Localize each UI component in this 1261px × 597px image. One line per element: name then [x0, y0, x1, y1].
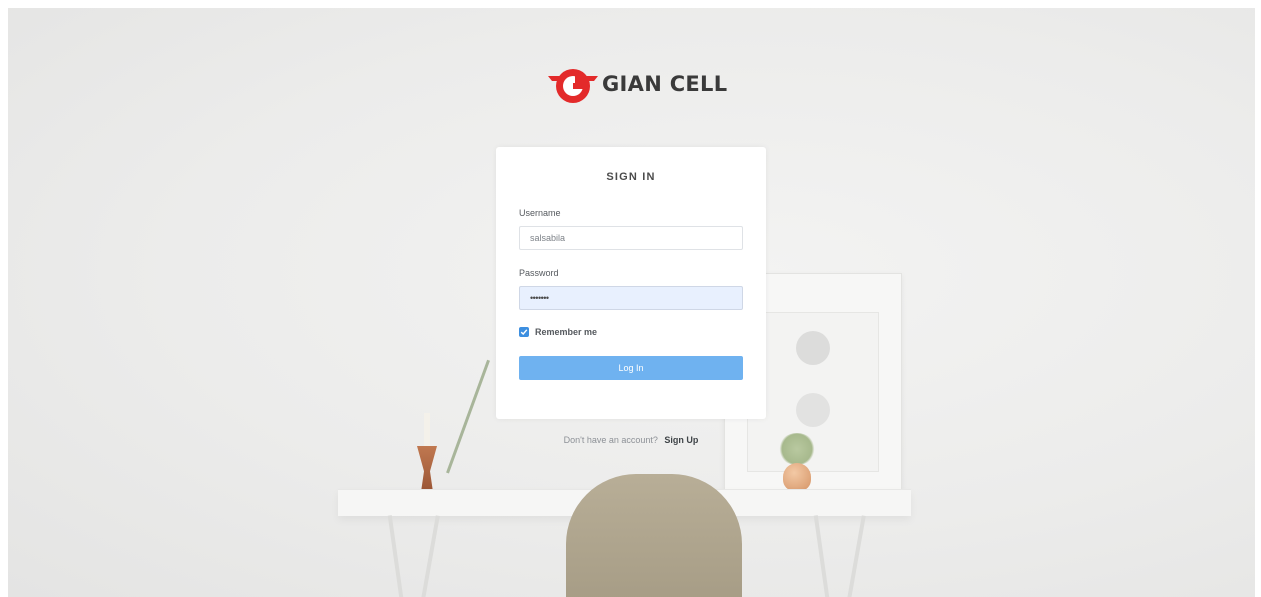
card-title: SIGN IN	[606, 171, 656, 183]
checkmark-icon	[520, 329, 528, 336]
login-button[interactable]: Log In	[519, 356, 743, 380]
chair-decoration	[566, 474, 742, 597]
remember-me-label: Remember me	[535, 327, 598, 337]
signup-prompt: Don't have an account? Sign Up	[496, 435, 766, 445]
brand-g-icon	[548, 69, 598, 103]
remember-me-toggle[interactable]: Remember me	[519, 327, 597, 337]
desk-leg	[846, 515, 866, 597]
art-circle	[796, 393, 830, 427]
username-input[interactable]: salsabila	[519, 226, 743, 250]
vase-decoration	[783, 463, 811, 491]
plant-decoration	[446, 359, 490, 474]
brand-name: GIAN CELL	[602, 72, 728, 96]
art-circle	[796, 331, 830, 365]
brand-logo: GIAN CELL	[546, 64, 727, 104]
candle-holder-decoration	[417, 446, 437, 492]
background-scene: GIAN CELL SIGN IN Username salsabila Pas…	[8, 8, 1255, 597]
checkbox-checked-icon[interactable]	[519, 327, 529, 337]
login-card: SIGN IN Username salsabila Password ••••…	[496, 147, 766, 419]
desk-leg	[813, 515, 831, 597]
signup-link[interactable]: Sign Up	[664, 435, 698, 445]
desk-leg	[387, 515, 405, 597]
password-input[interactable]: •••••••	[519, 286, 743, 310]
desk-leg	[420, 515, 440, 597]
password-label: Password	[519, 268, 559, 278]
username-label: Username	[519, 208, 561, 218]
succulent-decoration	[778, 433, 816, 465]
candle-decoration	[424, 413, 430, 447]
signup-prompt-text: Don't have an account?	[563, 435, 658, 445]
